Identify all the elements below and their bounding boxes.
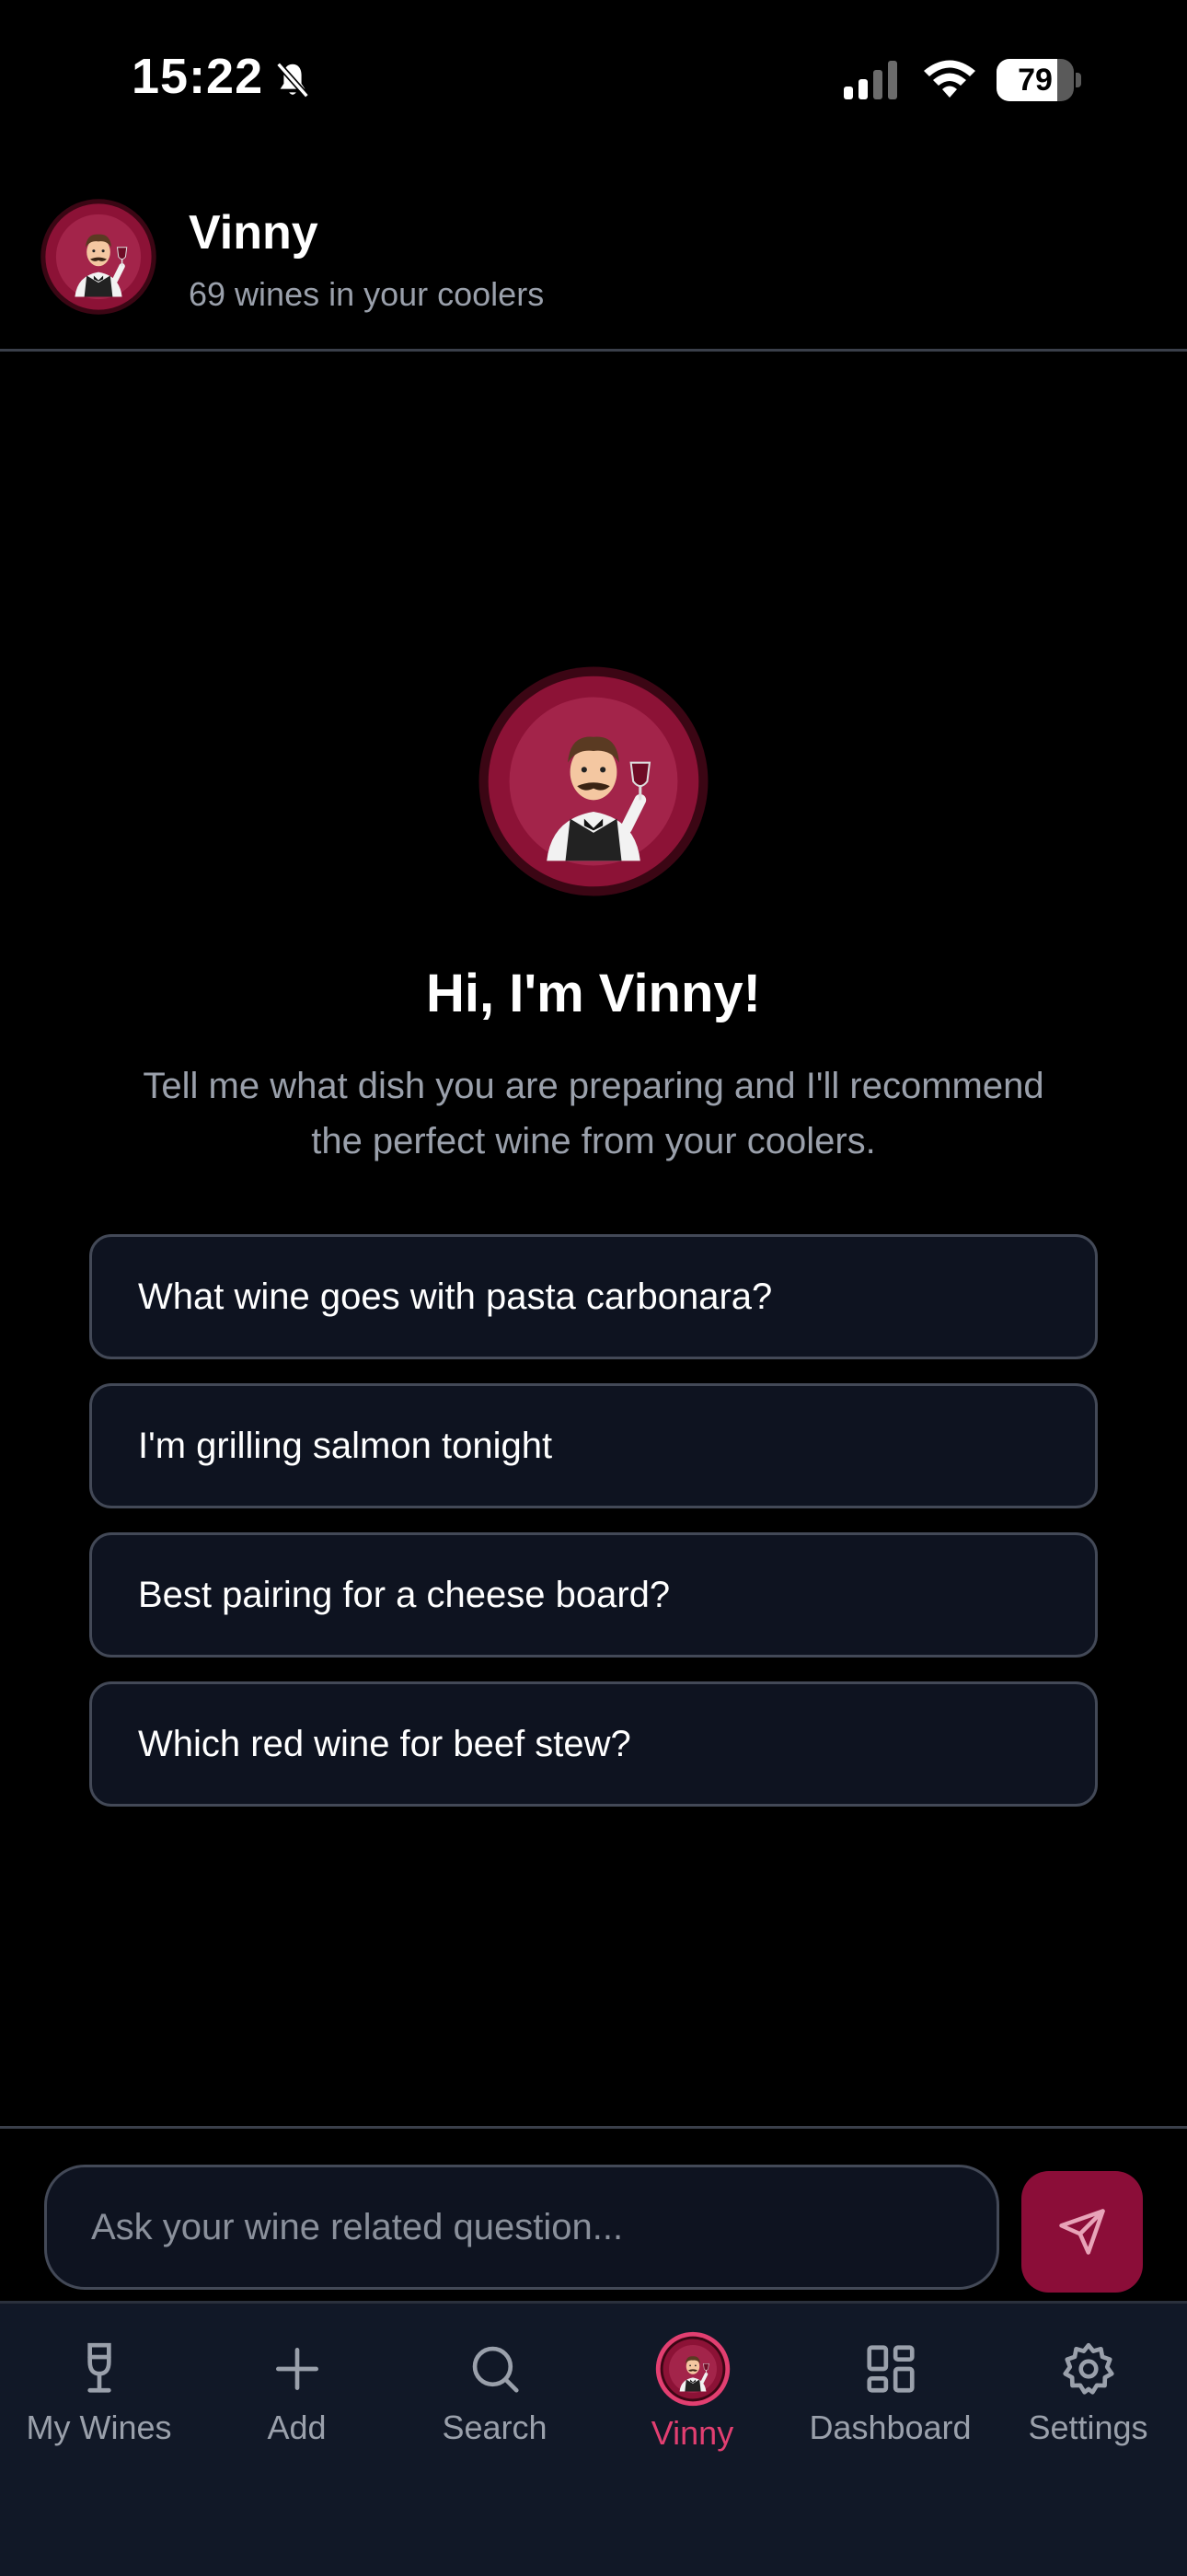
chat-input-bar <box>0 2126 1187 2304</box>
status-time: 15:22 <box>132 49 264 104</box>
chat-input[interactable] <box>44 2165 999 2290</box>
nav-my-wines[interactable]: My Wines <box>0 2340 198 2478</box>
nav-label: My Wines <box>26 2409 172 2446</box>
vinny-nav-avatar <box>655 2331 730 2407</box>
nav-label: Dashboard <box>809 2409 972 2446</box>
cellular-signal-icon <box>844 61 897 99</box>
send-icon <box>1059 2209 1105 2255</box>
assistant-name: Vinny <box>189 206 318 260</box>
nav-settings[interactable]: Settings <box>989 2340 1187 2478</box>
vinny-avatar <box>40 198 157 316</box>
grid-icon <box>866 2345 915 2393</box>
suggestion-button[interactable]: Which red wine for beef stew? <box>89 1681 1098 1807</box>
nav-vinny[interactable]: Vinny <box>594 2331 791 2478</box>
welcome-text: Tell me what dish you are preparing and … <box>143 1066 1044 1161</box>
nav-add[interactable]: Add <box>198 2340 396 2478</box>
nav-search[interactable]: Search <box>396 2340 594 2478</box>
suggestion-button[interactable]: What wine goes with pasta carbonara? <box>89 1234 1098 1359</box>
bottom-nav: My Wines Add Search Vinny Dashboard Sett… <box>0 2301 1187 2576</box>
plus-icon <box>275 2348 318 2390</box>
gear-icon <box>1062 2342 1114 2395</box>
search-icon <box>472 2346 519 2393</box>
wifi-icon <box>924 60 975 98</box>
suggestion-button[interactable]: I'm grilling salmon tonight <box>89 1383 1098 1508</box>
nav-dashboard[interactable]: Dashboard <box>791 2340 989 2478</box>
nav-label: Settings <box>1028 2409 1148 2446</box>
battery-indicator: 79 <box>997 59 1081 101</box>
nav-label: Add <box>267 2409 327 2446</box>
nav-label: Search <box>442 2409 547 2446</box>
wine-glass-icon <box>86 2342 111 2393</box>
battery-percent: 79 <box>1018 63 1053 98</box>
vinny-hero-avatar <box>477 664 710 898</box>
suggestion-list: What wine goes with pasta carbonara? I'm… <box>89 1234 1098 1831</box>
send-button[interactable] <box>1021 2171 1143 2293</box>
wine-count: 69 wines in your coolers <box>189 275 545 313</box>
welcome-title: Hi, I'm Vinny! <box>425 964 761 1023</box>
suggestion-button[interactable]: Best pairing for a cheese board? <box>89 1532 1098 1658</box>
bell-slash-icon <box>276 62 309 98</box>
nav-label: Vinny <box>651 2414 734 2452</box>
chat-header: Vinny 69 wines in your coolers <box>0 161 1187 352</box>
status-bar: 15:22 79 <box>0 0 1187 161</box>
